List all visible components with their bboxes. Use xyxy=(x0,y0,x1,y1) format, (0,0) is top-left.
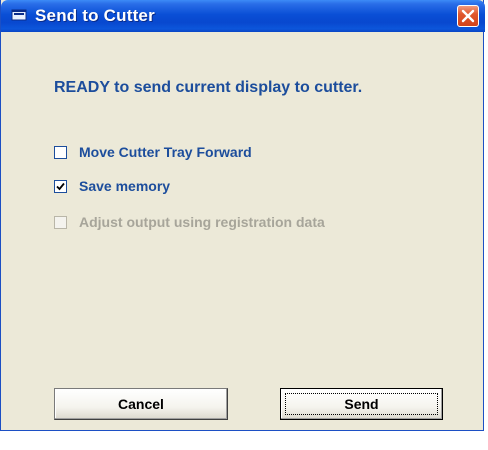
checkmark-icon xyxy=(56,182,65,190)
save-memory-label[interactable]: Save memory xyxy=(79,178,170,194)
option-move-tray[interactable]: Move Cutter Tray Forward xyxy=(54,144,252,160)
adjust-output-label: Adjust output using registration data xyxy=(79,214,325,230)
move-tray-checkbox[interactable] xyxy=(54,145,67,159)
save-memory-checkbox[interactable] xyxy=(54,179,67,193)
close-button[interactable] xyxy=(457,5,479,27)
option-adjust-output: Adjust output using registration data xyxy=(54,214,325,230)
printer-icon xyxy=(11,8,27,22)
move-tray-label[interactable]: Move Cutter Tray Forward xyxy=(79,144,252,160)
send-to-cutter-dialog: Send to Cutter READY to send current dis… xyxy=(0,0,485,431)
ready-message: READY to send current display to cutter. xyxy=(54,79,363,96)
dialog-title: Send to Cutter xyxy=(35,6,155,25)
cancel-button[interactable]: Cancel xyxy=(54,388,228,420)
focus-rectangle xyxy=(285,393,438,415)
adjust-output-checkbox xyxy=(54,215,67,229)
title-bar[interactable]: Send to Cutter xyxy=(1,0,485,32)
option-save-memory[interactable]: Save memory xyxy=(54,178,170,194)
close-icon xyxy=(461,9,475,23)
send-button[interactable]: Send xyxy=(280,388,443,420)
